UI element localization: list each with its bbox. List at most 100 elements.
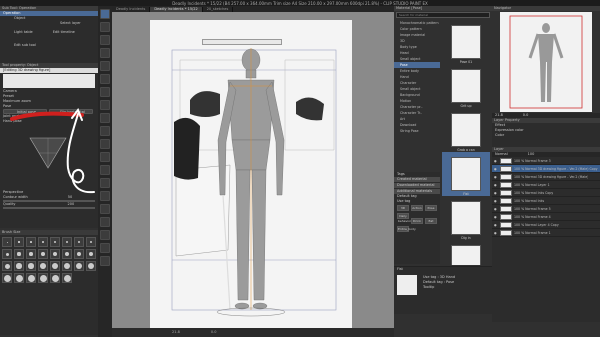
- tag-button[interactable]: Eat: [425, 218, 437, 224]
- material-item[interactable]: Grit up: [442, 64, 490, 108]
- material-item[interactable]: Dig in: [442, 196, 490, 240]
- eye-icon[interactable]: ●: [494, 175, 498, 179]
- layer-row[interactable]: ● 100 % Normal Layer 1: [492, 181, 600, 189]
- layer-row[interactable]: ● 100 % Normal Inks: [492, 197, 600, 205]
- tool-icon-16[interactable]: [100, 217, 110, 227]
- brush-size-1[interactable]: [2, 237, 12, 247]
- eye-icon[interactable]: ●: [494, 183, 498, 187]
- layer-row[interactable]: ● 100 % Normal 3D drawing figure - Ver.2 …: [492, 173, 600, 181]
- layer-name: 100 % Normal Inks Copy: [514, 190, 554, 195]
- brush-size-7[interactable]: [74, 237, 84, 247]
- tool-icon-2[interactable]: [100, 35, 110, 45]
- eye-icon[interactable]: ●: [494, 223, 498, 227]
- tool-icon-12[interactable]: [100, 165, 110, 175]
- tool-icon-5[interactable]: [100, 74, 110, 84]
- brush-size-2[interactable]: [14, 237, 24, 247]
- right-column: Navigator 21.8 0.0 Layer Property Effect …: [492, 6, 600, 337]
- tool-icon-11[interactable]: [100, 152, 110, 162]
- canvas-zoom-readout[interactable]: 21.8: [172, 330, 180, 334]
- canvas-angle-readout[interactable]: 0.0: [211, 330, 217, 334]
- eye-icon[interactable]: ●: [494, 159, 498, 163]
- brush-size-40[interactable]: [86, 249, 96, 259]
- brush-size-8[interactable]: [86, 237, 96, 247]
- tool-icon-6[interactable]: [100, 87, 110, 97]
- tool-icon-9[interactable]: [100, 126, 110, 136]
- brush-size-20[interactable]: [50, 249, 60, 259]
- layer-row[interactable]: ● 100 % Normal Layer 4 Copy: [492, 221, 600, 229]
- edit-sub-tool-button[interactable]: Edit sub tool: [0, 43, 98, 48]
- tag-downloaded[interactable]: Downloaded material: [394, 183, 440, 188]
- layer-color[interactable]: Color: [492, 133, 600, 138]
- layer-row[interactable]: ● 100 % Normal Frame 1: [492, 229, 600, 237]
- eye-icon[interactable]: ●: [494, 215, 498, 219]
- tab-sketches[interactable]: 20_sketches: [203, 7, 234, 12]
- subtool-light-table[interactable]: Light table Edit timeline: [0, 30, 98, 35]
- brush-size-300[interactable]: [26, 273, 36, 283]
- tool-icon-7[interactable]: [100, 100, 110, 110]
- layer-row[interactable]: ● 100 % Normal Inks Copy: [492, 189, 600, 197]
- brush-size-70[interactable]: [26, 261, 36, 271]
- layer-row[interactable]: ● 100 % Normal Frame 4: [492, 213, 600, 221]
- eye-icon[interactable]: ●: [494, 167, 498, 171]
- brush-size-80[interactable]: [38, 261, 48, 271]
- tool-icon-18[interactable]: [100, 243, 110, 253]
- layer-row[interactable]: ● 100 % Normal Frame 5: [492, 205, 600, 213]
- brush-size-150[interactable]: [74, 261, 84, 271]
- eye-icon[interactable]: ●: [494, 207, 498, 211]
- tab-deadly-incidents-15[interactable]: Deadly Incidents * 15/22: [150, 7, 203, 12]
- tag-button[interactable]: Drink: [411, 218, 423, 224]
- tool-icon-13[interactable]: [100, 178, 110, 188]
- material-item[interactable]: Fist: [442, 152, 490, 196]
- tool-icon-3[interactable]: [100, 48, 110, 58]
- brush-size-12[interactable]: [14, 249, 24, 259]
- tag-button[interactable]: Daily behavior: [397, 213, 411, 223]
- brush-size-4[interactable]: [38, 237, 48, 247]
- material-search[interactable]: Search for material: [396, 12, 490, 18]
- tool-icon-0[interactable]: [100, 9, 110, 19]
- tag-button[interactable]: Pose: [425, 205, 437, 211]
- brush-size-60[interactable]: [14, 261, 24, 271]
- object-launcher[interactable]: [202, 39, 282, 45]
- tool-icon-19[interactable]: [100, 256, 110, 266]
- material-item[interactable]: Take notes: [442, 240, 490, 265]
- material-item[interactable]: Pose 01: [442, 20, 490, 64]
- tool-icon-8[interactable]: [100, 113, 110, 123]
- tag-button[interactable]: Action: [411, 205, 423, 211]
- tool-icon-4[interactable]: [100, 61, 110, 71]
- layer-row[interactable]: ● 100 % Normal Frame 3: [492, 157, 600, 165]
- material-item[interactable]: Grab a can: [442, 108, 490, 152]
- brush-size-120[interactable]: [62, 261, 72, 271]
- brush-size-100[interactable]: [50, 261, 60, 271]
- brush-size-3[interactable]: [26, 237, 36, 247]
- brush-size-500[interactable]: [50, 273, 60, 283]
- tag-created[interactable]: Created material: [394, 177, 440, 182]
- brush-size-30[interactable]: [74, 249, 84, 259]
- brush-size-6[interactable]: [62, 237, 72, 247]
- brush-size-50[interactable]: [2, 261, 12, 271]
- tab-deadly-incidents[interactable]: Deadly Incidents: [112, 7, 151, 12]
- brush-size-200[interactable]: [2, 273, 12, 283]
- tag-button[interactable]: Entire_body: [397, 226, 416, 232]
- tool-icon-15[interactable]: [100, 204, 110, 214]
- material-tree-item[interactable]: String Pose: [394, 128, 440, 134]
- brush-size-17[interactable]: [38, 249, 48, 259]
- brush-size-170[interactable]: [86, 261, 96, 271]
- brush-size-10[interactable]: [2, 249, 12, 259]
- brush-size-250[interactable]: [14, 273, 24, 283]
- white-annotation-arrow: [66, 108, 95, 194]
- tool-icon-10[interactable]: [100, 139, 110, 149]
- tool-icon-1[interactable]: [100, 22, 110, 32]
- brush-size-25[interactable]: [62, 249, 72, 259]
- tool-icon-17[interactable]: [100, 230, 110, 240]
- eye-icon[interactable]: ●: [494, 199, 498, 203]
- eye-icon[interactable]: ●: [494, 191, 498, 195]
- subtool-select-layer[interactable]: Select layer: [0, 21, 98, 26]
- brush-size-5[interactable]: [50, 237, 60, 247]
- tag-button[interactable]: 3D: [397, 205, 409, 211]
- brush-size-15[interactable]: [26, 249, 36, 259]
- brush-size-400[interactable]: [38, 273, 48, 283]
- tool-icon-14[interactable]: [100, 191, 110, 201]
- brush-size-700[interactable]: [62, 273, 72, 283]
- layer-row[interactable]: ● 100 % Normal 3D drawing figure - Ver.2 …: [492, 165, 600, 173]
- eye-icon[interactable]: ●: [494, 231, 498, 235]
